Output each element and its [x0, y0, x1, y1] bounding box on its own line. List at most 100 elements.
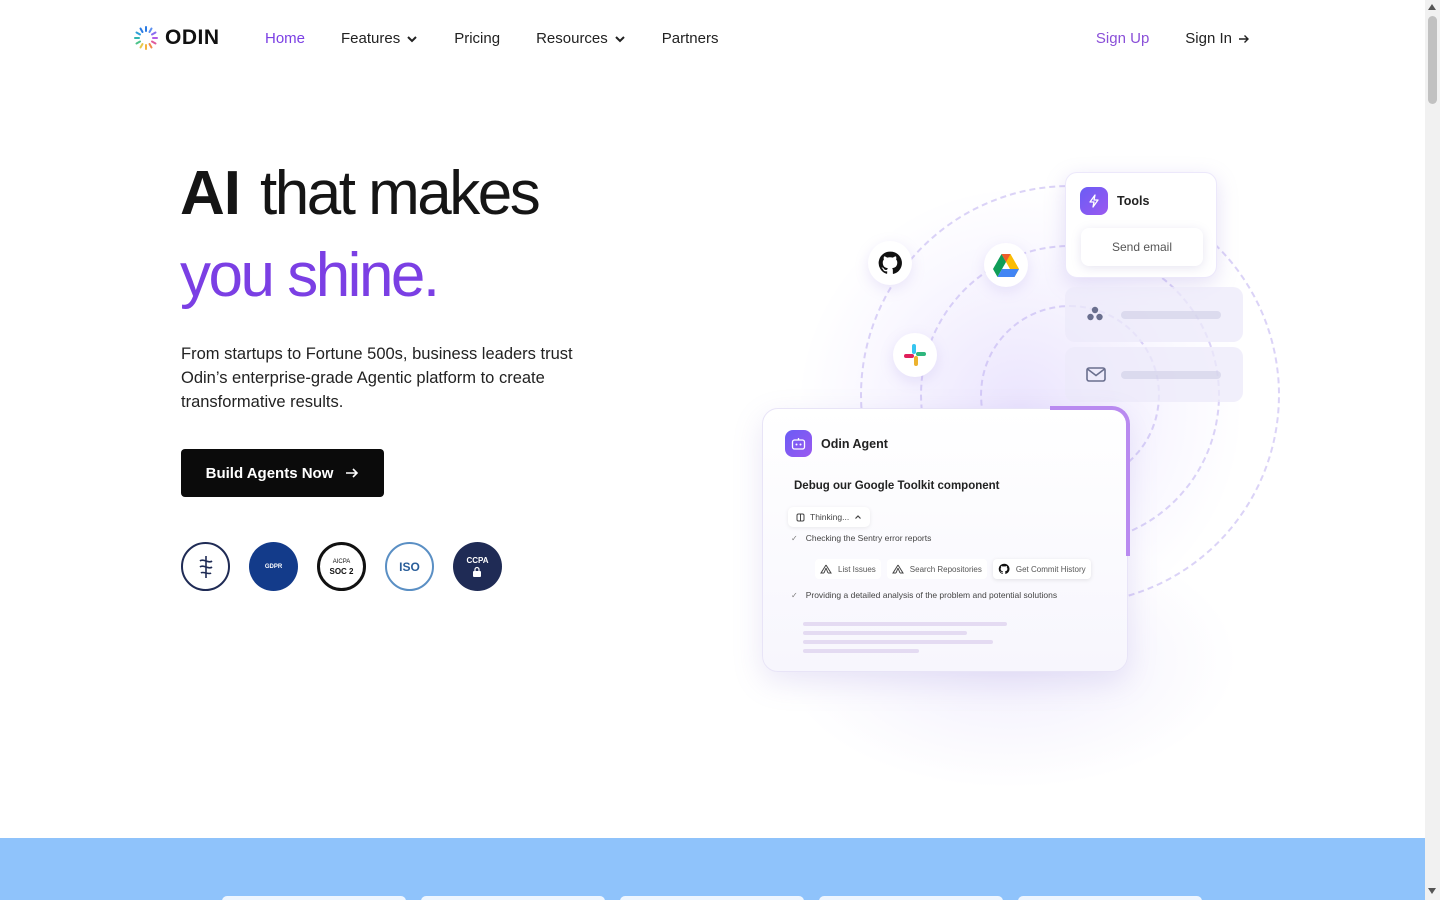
check-icon: ✓: [791, 533, 798, 543]
lightning-icon: [1080, 187, 1108, 215]
skeleton-line: [803, 631, 967, 635]
scroll-down-arrow-icon[interactable]: [1428, 888, 1436, 894]
hero-title: AI that makes you shine.: [180, 153, 541, 317]
ccpa-badge-icon: CCPA: [453, 542, 502, 591]
agent-header: Odin Agent: [785, 430, 888, 457]
main-nav: Home Features Pricing Resources Partners: [265, 30, 754, 47]
build-agents-button[interactable]: Build Agents Now: [181, 449, 384, 497]
arrow-right-icon: [1239, 34, 1249, 43]
agent-card-highlight: [1050, 406, 1130, 556]
chevron-down-icon: [615, 35, 625, 42]
auth-links: Sign Up Sign In: [1096, 30, 1250, 47]
github-icon: [878, 251, 902, 274]
bot-icon: [785, 430, 812, 457]
iso-badge-icon: ISO: [385, 542, 434, 591]
gdpr-badge-text: GDPR: [264, 563, 283, 570]
thinking-toggle[interactable]: Thinking...: [788, 507, 871, 527]
band-tab: [1018, 896, 1202, 900]
google-drive-app-bubble: [984, 243, 1028, 287]
github-icon: [998, 563, 1010, 575]
skeleton-line: [803, 640, 993, 644]
soc2-badge-icon: AICPA SOC 2: [317, 542, 366, 591]
sign-in-label: Sign In: [1185, 30, 1232, 47]
page: ODIN Home Features Pricing Resources Par…: [0, 0, 1440, 900]
thinking-label: Thinking...: [810, 512, 850, 522]
step-providing-analysis: ✓ Providing a detailed analysis of the p…: [791, 590, 1057, 600]
slack-app-bubble: [893, 333, 937, 377]
gdpr-badge-icon: GDPR: [249, 542, 298, 591]
iso-badge-text: ISO: [399, 559, 420, 574]
step-checking-sentry: ✓ Checking the Sentry error reports: [791, 533, 931, 543]
tools-label: Tools: [1117, 194, 1150, 208]
send-email-tool[interactable]: Send email: [1081, 228, 1203, 266]
nav-home[interactable]: Home: [265, 30, 305, 47]
top-nav: ODIN Home Features Pricing Resources Par…: [0, 0, 1425, 78]
chip-get-commit-history-label: Get Commit History: [1015, 564, 1086, 574]
nav-resources[interactable]: Resources: [536, 30, 626, 47]
soc2-text: SOC 2: [329, 566, 354, 576]
nav-resources-label: Resources: [536, 30, 608, 47]
slack-icon: [904, 344, 926, 366]
sentry-icon: [891, 564, 904, 574]
team-icon: [1087, 306, 1103, 321]
tool-chips: List Issues Search Repositories Get Comm…: [815, 559, 1091, 579]
next-section-band: [0, 838, 1425, 900]
arrow-right-icon: [346, 468, 359, 478]
scroll-up-arrow-icon[interactable]: [1428, 4, 1436, 10]
tools-card: Tools Send email: [1065, 172, 1217, 278]
tools-header: Tools: [1080, 187, 1149, 215]
sign-up-link[interactable]: Sign Up: [1096, 30, 1149, 47]
skeleton-line: [803, 622, 1007, 626]
nav-partners-label: Partners: [661, 30, 719, 47]
step-providing-label: Providing a detailed analysis of the pro…: [805, 590, 1058, 600]
chip-search-repositories: Search Repositories: [886, 559, 987, 579]
nav-pricing[interactable]: Pricing: [454, 30, 500, 47]
agent-task: Debug our Google Toolkit component: [794, 480, 1000, 492]
lock-icon: [473, 566, 482, 577]
odin-logo-icon: [134, 26, 158, 50]
chip-list-issues: List Issues: [815, 559, 881, 579]
team-tool-placeholder: [1065, 287, 1243, 342]
brand-name: ODIN: [165, 26, 220, 49]
github-app-bubble: [868, 241, 912, 285]
hero-title-bold: AI: [180, 159, 241, 228]
nav-home-label: Home: [265, 30, 306, 47]
agent-illustration: Tools Send email Odin Agent Debug our Go…: [740, 150, 1280, 800]
google-drive-icon: [993, 254, 1019, 277]
chevron-up-icon: [855, 515, 862, 519]
band-tab: [421, 896, 605, 900]
hero-subtitle: From startups to Fortune 500s, business …: [181, 345, 573, 411]
chip-get-commit-history: Get Commit History: [992, 559, 1091, 579]
page-scrollbar[interactable]: [1425, 0, 1440, 900]
mail-icon: [1086, 367, 1106, 382]
compliance-badges: GDPR AICPA SOC 2 ISO CCPA: [181, 542, 502, 591]
nav-features-label: Features: [341, 30, 401, 47]
sign-in-link[interactable]: Sign In: [1185, 30, 1250, 47]
placeholder-bar: [1121, 311, 1221, 319]
odin-agent-card: Odin Agent Debug our Google Toolkit comp…: [762, 406, 1130, 672]
sentry-icon: [820, 564, 832, 574]
hero-title-highlight: you shine.: [180, 241, 440, 310]
step-checking-label: Checking the Sentry error reports: [805, 533, 932, 543]
nav-partners[interactable]: Partners: [662, 30, 719, 47]
logo[interactable]: ODIN: [133, 25, 220, 51]
band-tab: [620, 896, 804, 900]
hipaa-badge-icon: [181, 542, 230, 591]
brain-icon: [796, 513, 805, 521]
scroll-thumb[interactable]: [1428, 16, 1437, 104]
mail-tool-placeholder: [1065, 347, 1243, 402]
placeholder-bar: [1121, 371, 1221, 379]
nav-features[interactable]: Features: [341, 30, 418, 47]
build-agents-label: Build Agents Now: [205, 464, 334, 482]
chip-list-issues-label: List Issues: [838, 564, 876, 574]
nav-pricing-label: Pricing: [454, 30, 501, 47]
band-tab: [222, 896, 406, 900]
chevron-down-icon: [407, 35, 417, 42]
check-icon: ✓: [791, 590, 798, 600]
hero-title-rest: that makes: [260, 159, 541, 228]
aicpa-text: AICPA: [332, 558, 351, 565]
band-tab: [819, 896, 1003, 900]
skeleton-line: [803, 649, 919, 653]
ccpa-badge-text: CCPA: [466, 555, 489, 565]
agent-name: Odin Agent: [821, 436, 888, 451]
